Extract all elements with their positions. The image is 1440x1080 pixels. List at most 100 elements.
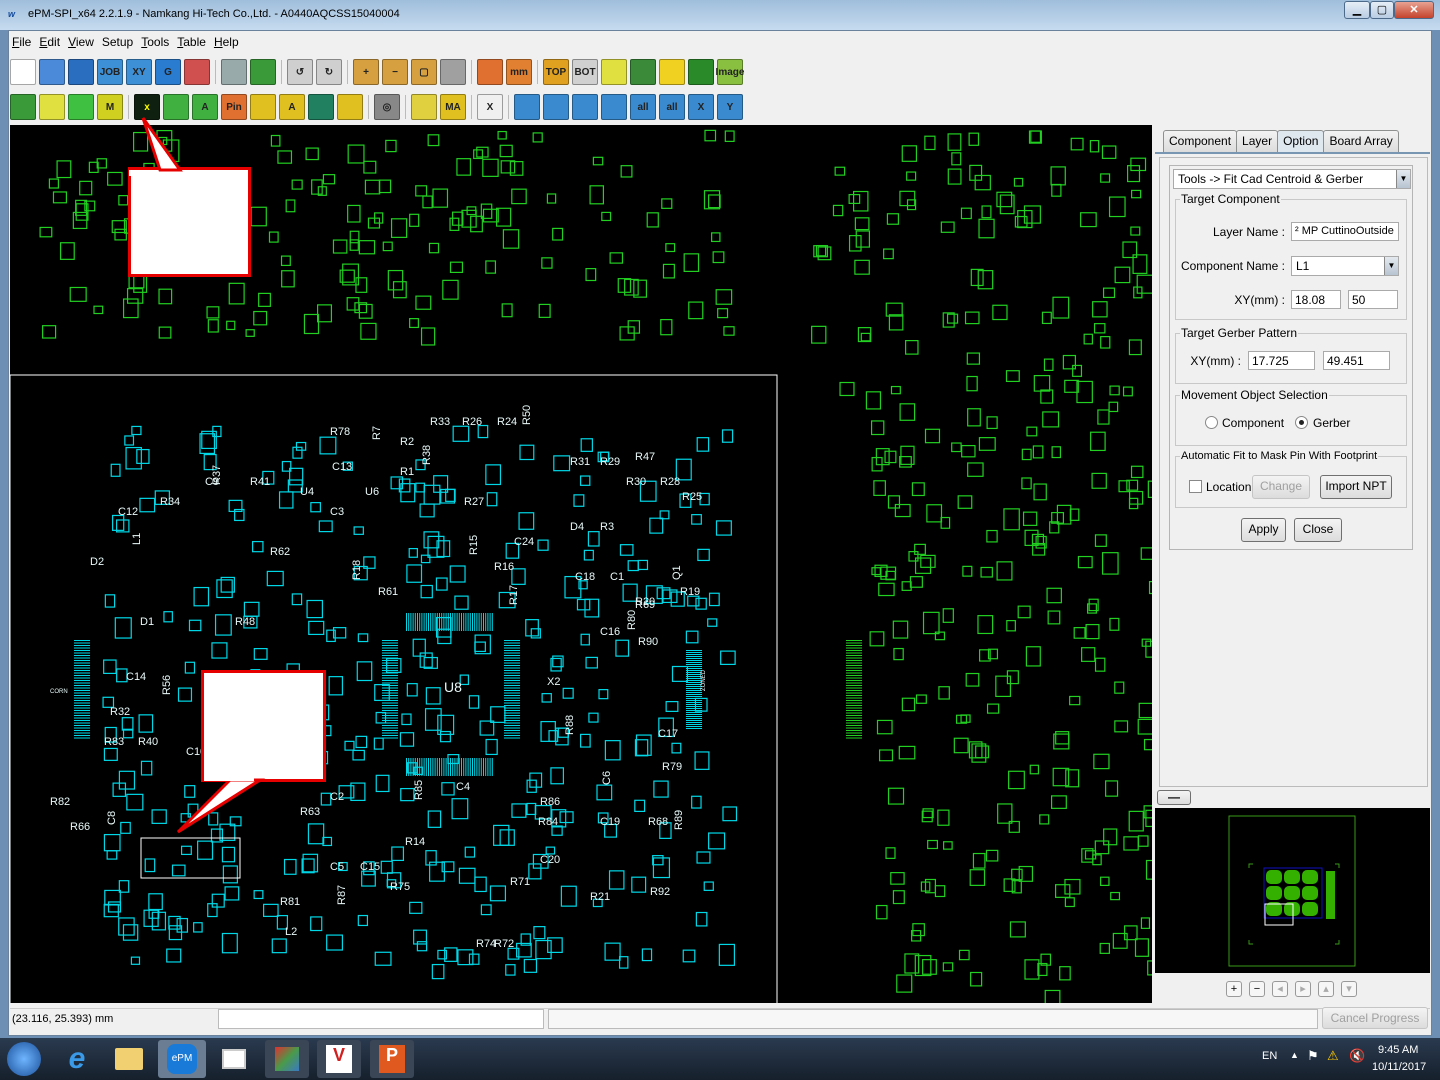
zoom-in-icon[interactable]: + [353, 59, 379, 85]
chip-icon[interactable] [221, 59, 247, 85]
action-center-flag-icon[interactable]: ⚑ [1307, 1048, 1319, 1064]
top-view-icon[interactable]: TOP [543, 59, 569, 85]
tab-layer[interactable]: Layer [1236, 130, 1279, 152]
layer-name-field[interactable]: ² MP CuttinoOutside [1291, 222, 1399, 241]
layout-icon[interactable] [477, 59, 503, 85]
internet-explorer-icon[interactable]: e [55, 1040, 99, 1078]
export-icon[interactable] [184, 59, 210, 85]
xy-icon[interactable]: XY [126, 59, 152, 85]
zoom-fit-icon[interactable] [440, 59, 466, 85]
y-all-icon[interactable]: Y [717, 94, 743, 120]
origin-icon[interactable] [39, 94, 65, 120]
pan-right-button[interactable]: ▸ [1295, 981, 1311, 997]
swap-icon[interactable] [572, 94, 598, 120]
radio-component[interactable] [1205, 416, 1218, 429]
clock-date[interactable]: 10/11/2017 [1372, 1061, 1426, 1073]
grid-target-icon[interactable] [688, 59, 714, 85]
component-name-dropdown[interactable]: L1 ▼ [1291, 256, 1399, 276]
mirror-icon[interactable] [601, 94, 627, 120]
import-npt-button[interactable]: Import NPT [1320, 475, 1392, 499]
ma-icon[interactable]: MA [440, 94, 466, 120]
file-explorer-icon[interactable] [107, 1040, 151, 1078]
zoom-out-button[interactable]: − [1249, 981, 1265, 997]
rotate-all-icon[interactable]: all [630, 94, 656, 120]
clock-time[interactable]: 9:45 AM [1378, 1044, 1418, 1056]
undo-icon[interactable]: ↺ [287, 59, 313, 85]
menu-file[interactable]: File [8, 32, 35, 52]
minimap[interactable] [1155, 808, 1430, 973]
apply-button[interactable]: Apply [1241, 518, 1286, 542]
mark-m-icon[interactable]: M [97, 94, 123, 120]
collapse-button[interactable]: — [1157, 790, 1191, 805]
new-file-icon[interactable] [10, 59, 36, 85]
minimap-drawing[interactable] [1155, 808, 1430, 973]
delete-icon[interactable]: X [477, 94, 503, 120]
import-gerber-icon[interactable]: G [155, 59, 181, 85]
start-button[interactable] [2, 1040, 46, 1078]
mfc-icon[interactable] [265, 1040, 309, 1078]
x-all-icon[interactable]: X [688, 94, 714, 120]
ruler-icon[interactable] [10, 94, 36, 120]
fit-cad-centroid-icon[interactable]: x [134, 94, 160, 120]
show-hidden-icons[interactable]: ▲ [1290, 1050, 1299, 1060]
chevron-down-icon[interactable]: ▼ [1396, 170, 1410, 188]
pan-up-button[interactable]: ▴ [1318, 981, 1334, 997]
network-warning-icon[interactable]: ⚠ [1327, 1048, 1339, 1064]
pan-down-button[interactable]: ▾ [1341, 981, 1357, 997]
tab-board-array[interactable]: Board Array [1323, 130, 1399, 152]
job-icon[interactable]: JOB [97, 59, 123, 85]
rotate-all-ccw-icon[interactable]: all [659, 94, 685, 120]
board-light-icon[interactable] [630, 59, 656, 85]
redo-icon[interactable]: ↻ [316, 59, 342, 85]
tool-select-dropdown[interactable]: Tools -> Fit Cad Centroid & Gerber ▼ [1173, 169, 1411, 189]
grid-four-icon[interactable] [308, 94, 334, 120]
minimize-button[interactable]: ▁ [1344, 1, 1370, 19]
wheel-icon[interactable] [411, 94, 437, 120]
open-folder-icon[interactable] [39, 59, 65, 85]
chevron-down-icon[interactable]: ▼ [1384, 257, 1398, 275]
menu-table[interactable]: Table [173, 32, 210, 52]
align-1-icon[interactable] [163, 94, 189, 120]
lamp-icon[interactable] [659, 59, 685, 85]
image-icon[interactable]: Image [716, 59, 744, 85]
tab-option[interactable]: Option [1277, 130, 1325, 152]
gerber-y-field[interactable]: 49.451 [1323, 351, 1390, 370]
app-window-icon[interactable] [212, 1040, 256, 1078]
menu-edit[interactable]: Edit [35, 32, 64, 52]
move-green-icon[interactable] [250, 94, 276, 120]
save-icon[interactable] [68, 59, 94, 85]
component-y-field[interactable]: 50 [1348, 290, 1398, 309]
gerber-x-field[interactable]: 17.725 [1248, 351, 1315, 370]
change-button[interactable]: Change [1252, 475, 1310, 499]
volume-muted-icon[interactable]: 🔇 [1349, 1048, 1365, 1064]
move-a-icon[interactable]: A [279, 94, 305, 120]
bot-view-icon[interactable]: BOT [572, 59, 598, 85]
flip-icon[interactable] [337, 94, 363, 120]
menu-setup[interactable]: Setup [98, 32, 137, 52]
epm-taskbar-button[interactable]: ePM [158, 1040, 206, 1078]
rotate-icon[interactable] [543, 94, 569, 120]
maximize-button[interactable]: ▢ [1370, 1, 1394, 19]
zoom-window-icon[interactable]: ▢ [411, 59, 437, 85]
measure-mm-icon[interactable]: mm [506, 59, 532, 85]
pan-left-button[interactable]: ◂ [1272, 981, 1288, 997]
close-button[interactable]: Close [1294, 518, 1342, 542]
tab-component[interactable]: Component [1163, 130, 1238, 152]
checklist-icon[interactable] [250, 59, 276, 85]
vnc-icon[interactable]: V [317, 1040, 361, 1078]
radio-gerber[interactable] [1295, 416, 1308, 429]
zoom-in-button[interactable]: + [1226, 981, 1242, 997]
pin-m-icon[interactable]: Pin [221, 94, 247, 120]
component-x-field[interactable]: 18.08 [1291, 290, 1341, 309]
zoom-out-icon[interactable]: − [382, 59, 408, 85]
cancel-progress-button[interactable]: Cancel Progress [1322, 1007, 1428, 1029]
link-icon[interactable] [514, 94, 540, 120]
menu-view[interactable]: View [64, 32, 98, 52]
fiducial-icon[interactable] [601, 59, 627, 85]
menu-tools[interactable]: Tools [137, 32, 173, 52]
powerpoint-icon[interactable]: P [370, 1040, 414, 1078]
pad-frame-icon[interactable] [68, 94, 94, 120]
target-icon[interactable]: ◎ [374, 94, 400, 120]
close-window-button[interactable]: ✕ [1394, 1, 1434, 19]
align-a-icon[interactable]: A [192, 94, 218, 120]
